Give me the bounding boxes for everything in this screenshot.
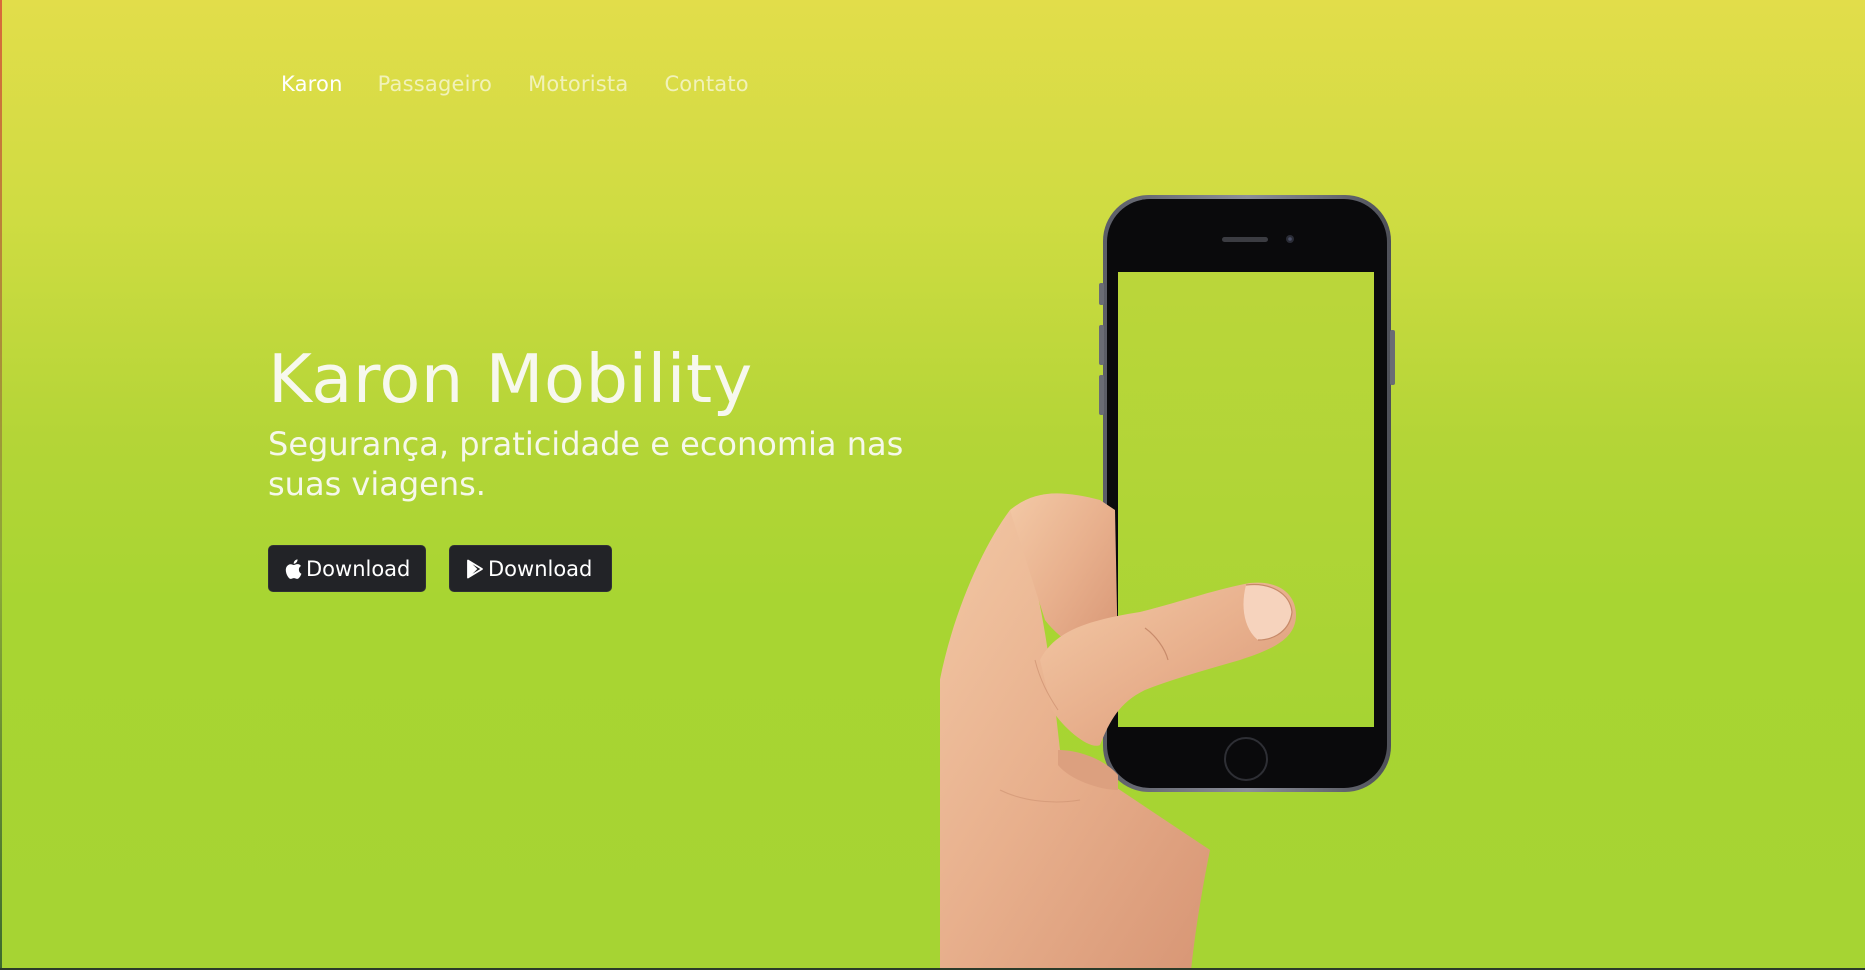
apple-icon [285,558,302,579]
top-nav: Karon Passageiro Motorista Contato [281,72,785,96]
google-play-download-button[interactable]: Download [449,545,612,592]
app-store-download-label: Download [306,556,411,581]
hero-subtitle: Segurança, praticidade e economia nas su… [268,425,904,503]
nav-brand-link[interactable]: Karon [281,72,343,96]
nav-item-passageiro[interactable]: Passageiro [378,72,492,96]
app-store-download-button[interactable]: Download [268,545,426,592]
hero-section: Karon Passageiro Motorista Contato Karon… [0,0,1865,970]
left-edge-line [0,0,2,970]
nav-item-motorista[interactable]: Motorista [528,72,628,96]
phone-in-hand-illustration [915,190,1500,970]
google-play-icon [466,559,484,579]
hero-title: Karon Mobility [268,340,753,418]
google-play-download-label: Download [488,556,593,581]
nav-item-contato[interactable]: Contato [664,72,748,96]
